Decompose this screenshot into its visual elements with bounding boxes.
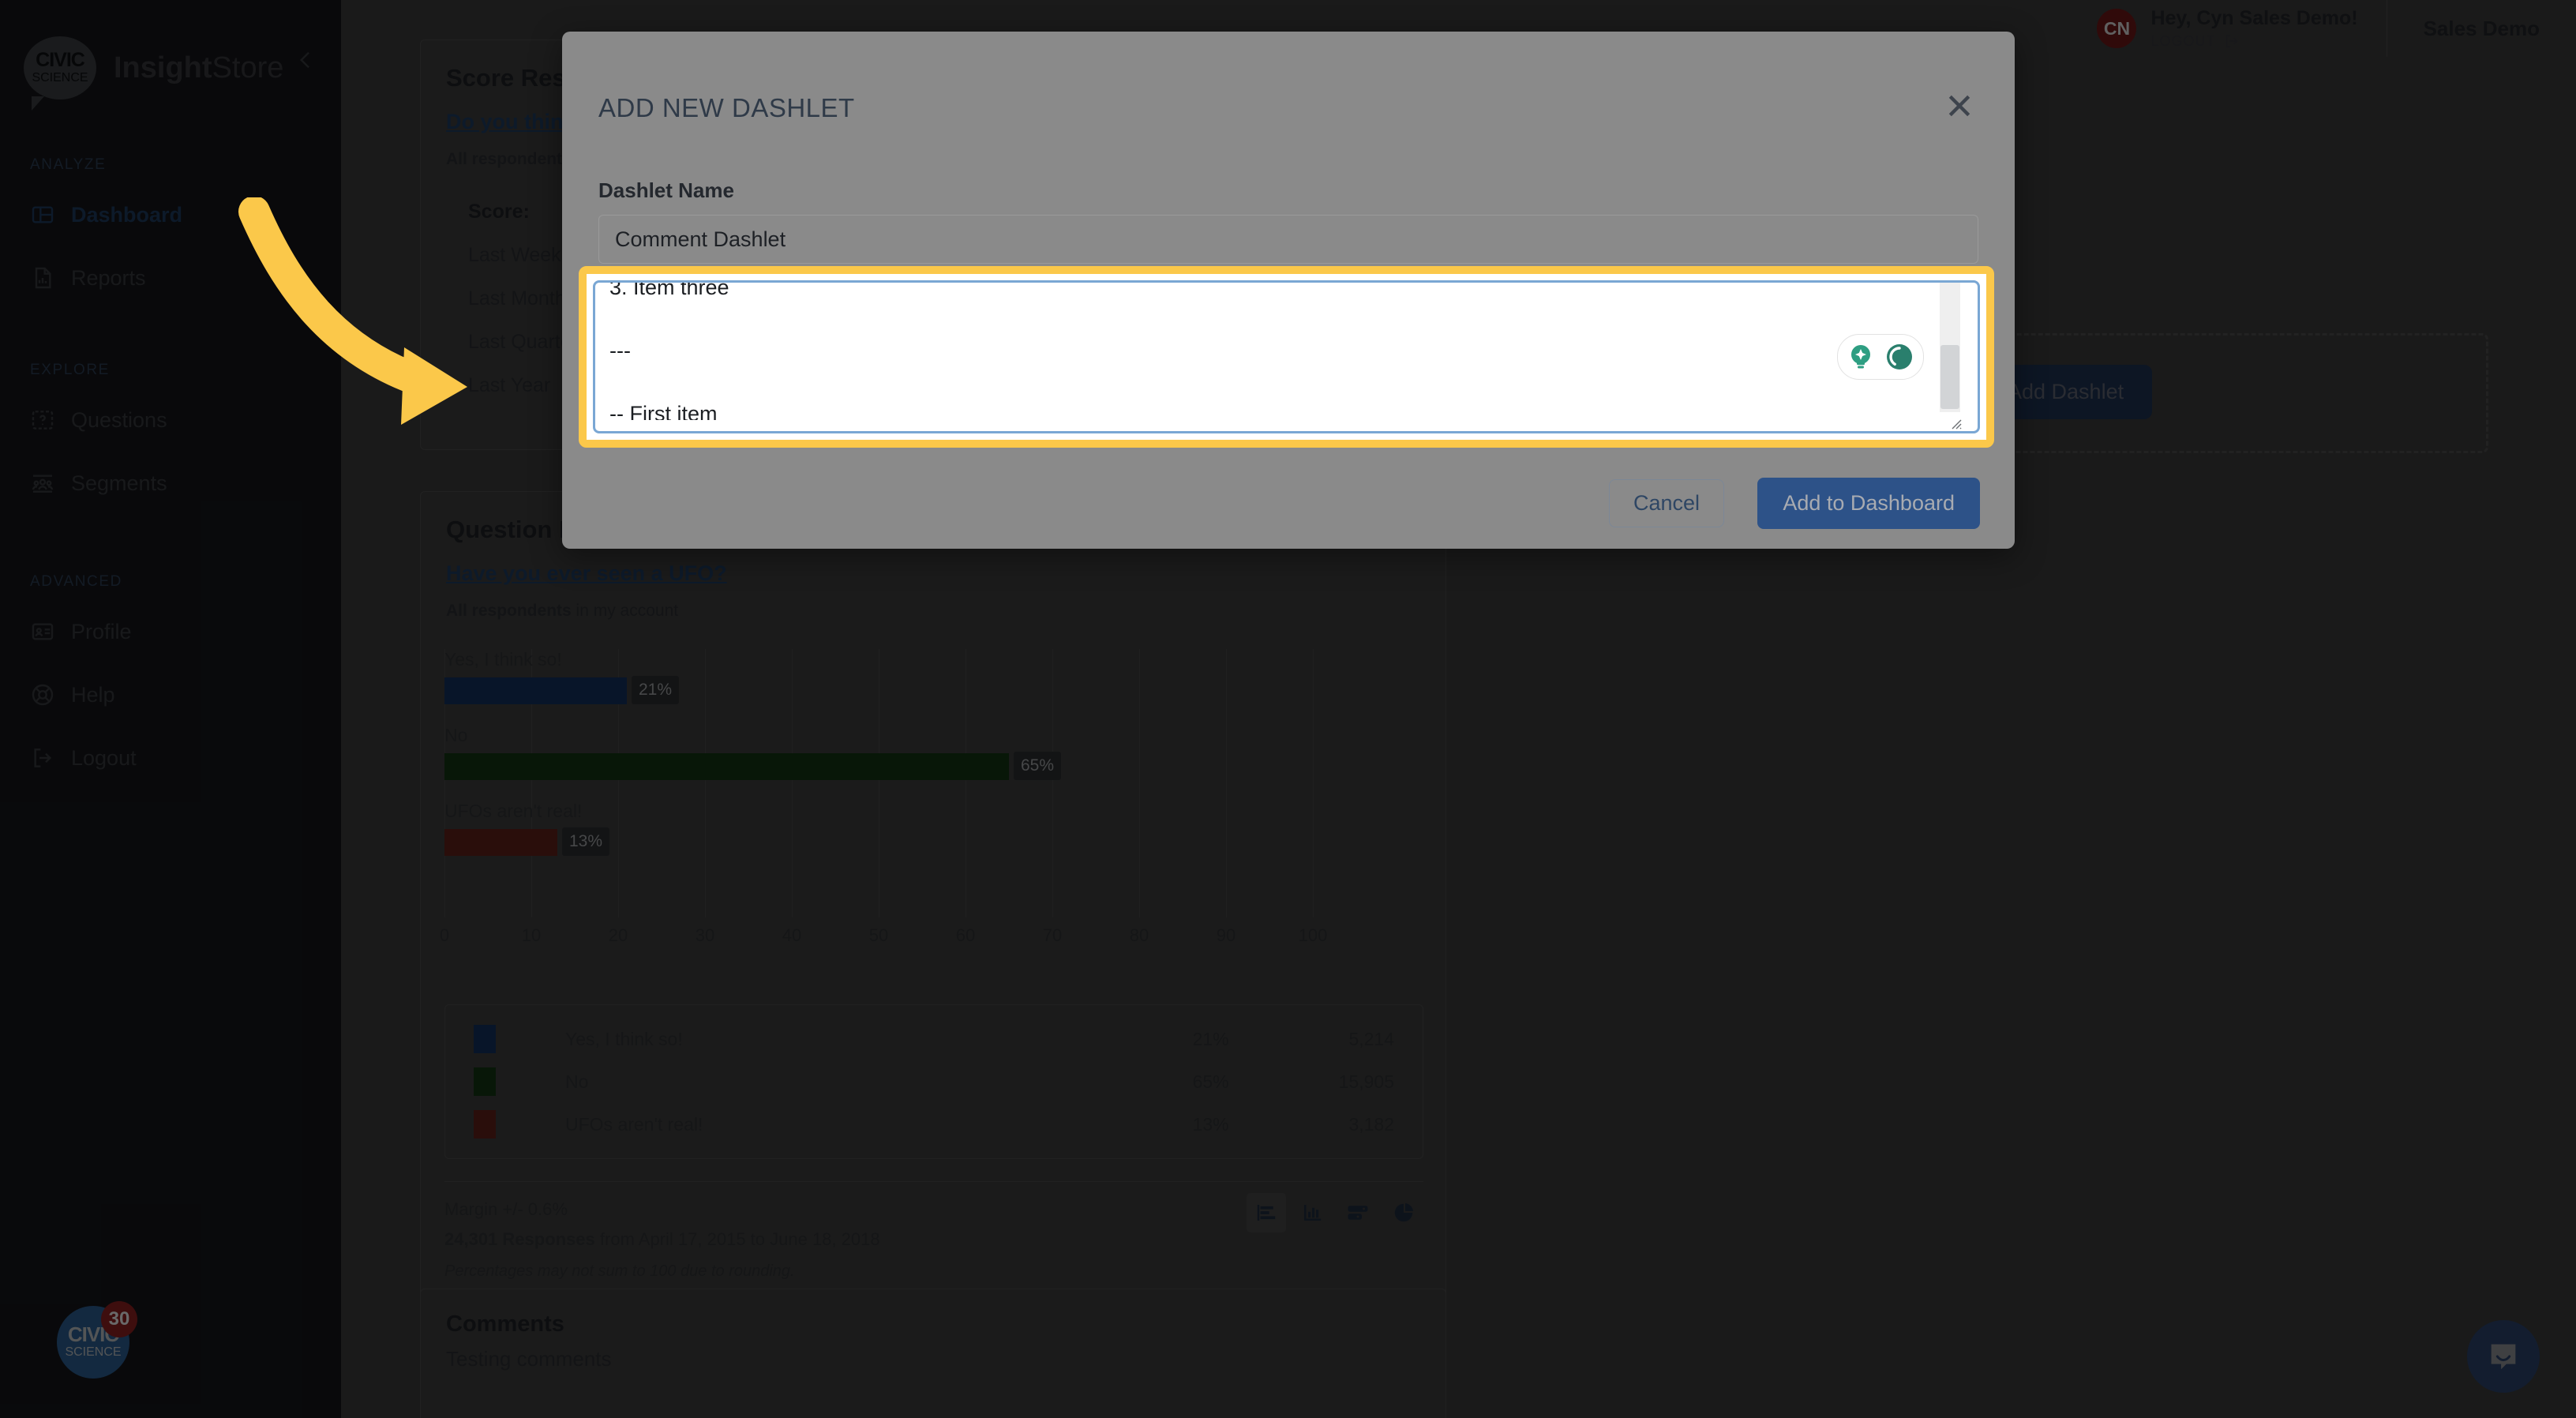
modal-title: ADD NEW DASHLET — [598, 93, 855, 122]
scrollbar-thumb[interactable] — [1940, 344, 1959, 409]
close-icon[interactable] — [1939, 85, 1980, 126]
comment-textarea-container — [593, 280, 1980, 433]
comment-text-highlight-box — [579, 266, 1994, 448]
lightbulb-idea-icon — [1851, 345, 1870, 369]
application-root: CIVIC SCIENCE InsightStore ANALYZE Dashb… — [0, 0, 2576, 1418]
cancel-button[interactable]: Cancel — [1608, 479, 1724, 527]
textarea-scrollbar[interactable] — [1940, 283, 1960, 412]
writing-assistant-widget[interactable] — [1837, 334, 1924, 380]
textarea-resize-handle[interactable] — [1941, 409, 1962, 430]
loading-spinner-icon — [1887, 344, 1912, 370]
modal-footer: Cancel Add to Dashboard — [562, 462, 2015, 549]
dashlet-name-label: Dashlet Name — [598, 178, 734, 202]
add-to-dashboard-button[interactable]: Add to Dashboard — [1757, 478, 1980, 529]
dashlet-name-input[interactable] — [598, 215, 1978, 264]
comment-text-input[interactable] — [595, 283, 1977, 420]
